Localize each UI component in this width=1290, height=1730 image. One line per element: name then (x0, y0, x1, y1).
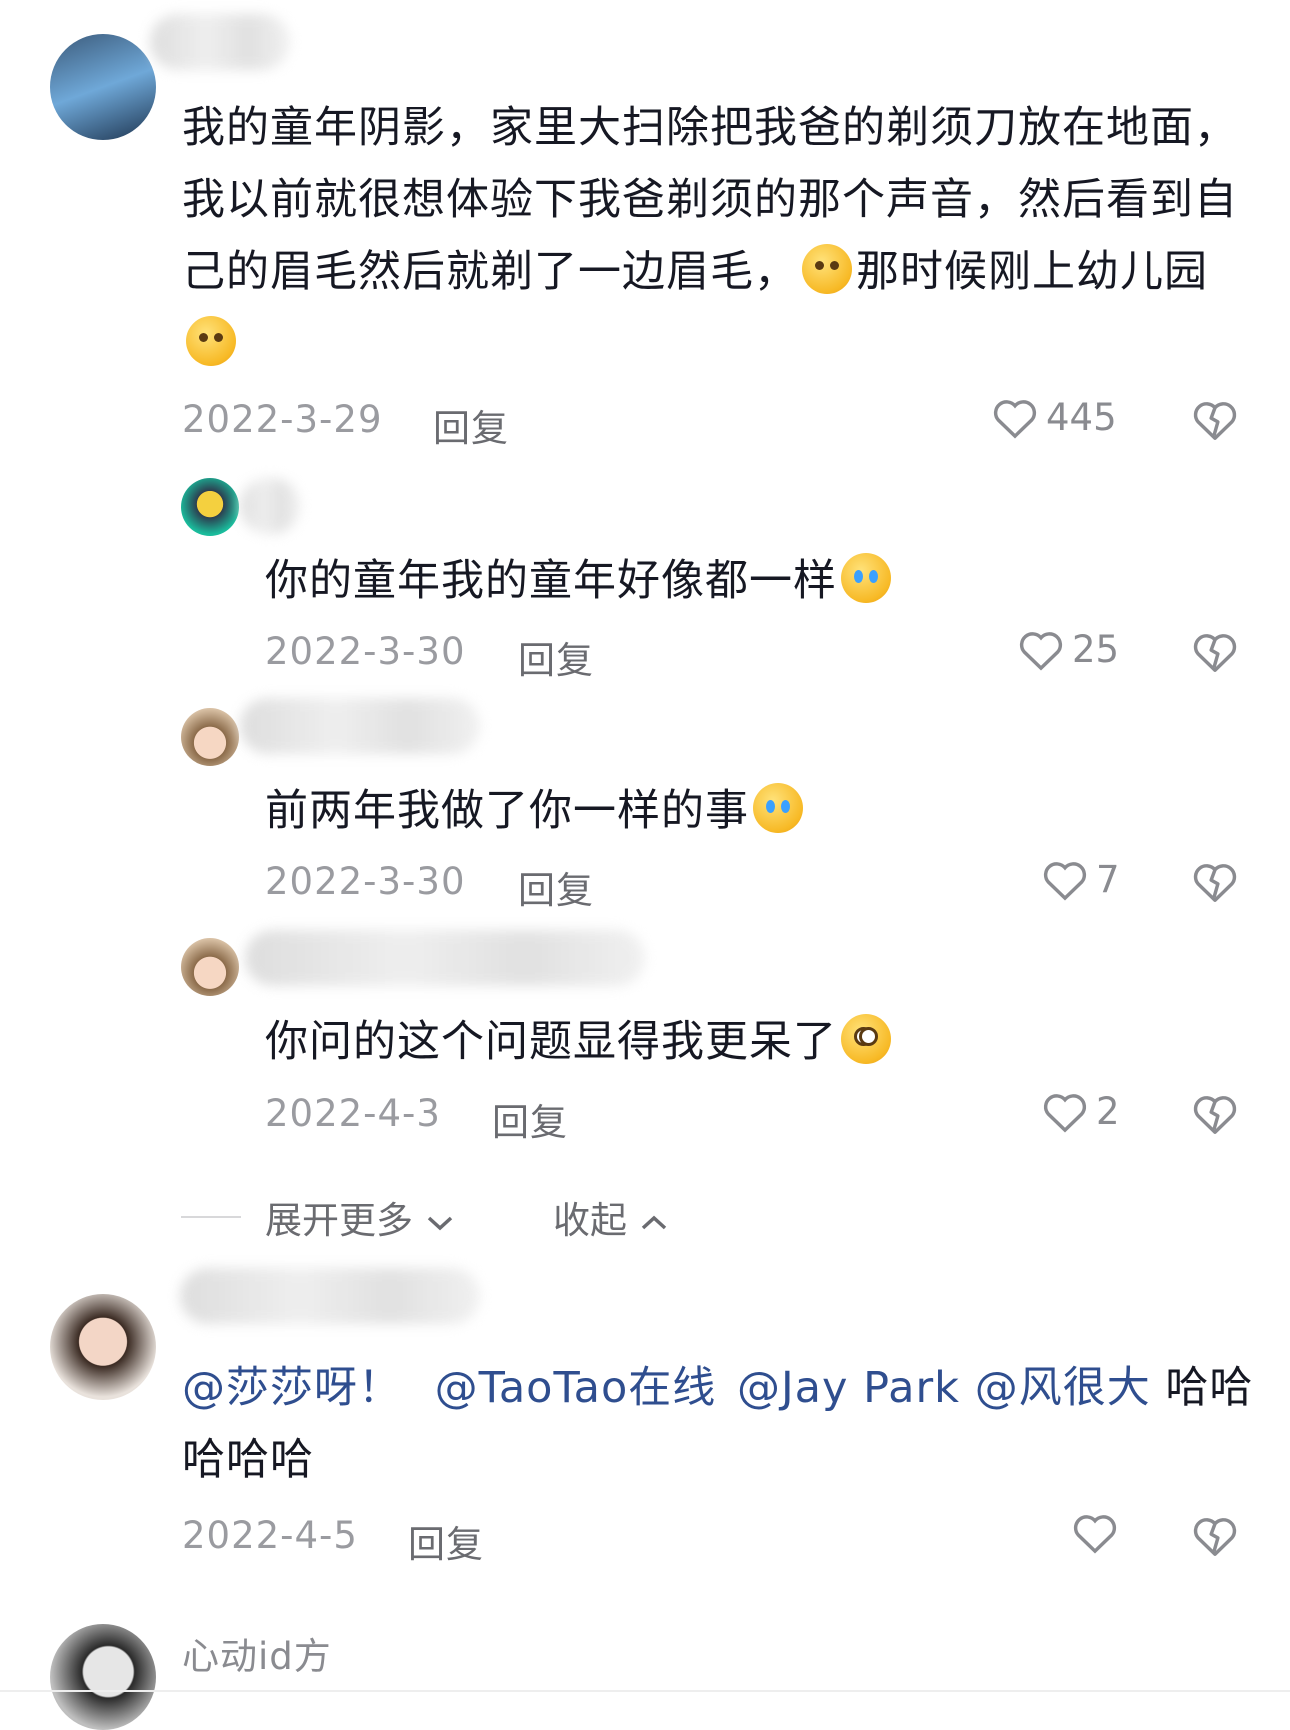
username-redacted (180, 1268, 480, 1324)
comment-text-line (182, 308, 240, 380)
comment-text-segment: 那时候刚上幼儿园 (856, 247, 1208, 297)
like-button[interactable]: 2 (1042, 1090, 1120, 1133)
reply-button[interactable]: 回复 (518, 630, 594, 684)
like-button[interactable]: 445 (992, 396, 1117, 439)
comment-text-segment: 己的眉毛然后就剃了一边眉毛， (182, 247, 798, 297)
heart-icon (1019, 631, 1063, 671)
like-count: 7 (1096, 858, 1120, 901)
comment-text-line: 己的眉毛然后就剃了一边眉毛， 那时候刚上幼儿园 (182, 236, 1208, 308)
smirk-emoji-icon (186, 316, 236, 366)
dislike-heart-icon[interactable] (1192, 398, 1238, 442)
heart-icon (1043, 1093, 1087, 1133)
collapse-button[interactable]: 收起 (553, 1190, 669, 1244)
thread-divider (181, 1216, 241, 1218)
like-button[interactable] (1072, 1512, 1118, 1554)
mention-link[interactable]: @TaoTao在线 (435, 1363, 717, 1413)
reply-text-segment: 你的童年我的童年好像都一样 (265, 556, 837, 606)
reply-text: 前两年我做了你一样的事 (265, 775, 807, 847)
chevron-down-icon (427, 1216, 452, 1230)
avatar[interactable] (181, 938, 239, 996)
reply-text-segment: 你问的这个问题显得我更呆了 (265, 1017, 837, 1067)
username-redacted (240, 698, 480, 754)
heart-icon (1073, 1515, 1117, 1554)
username-redacted (150, 14, 290, 70)
comment-date: 2022-4-3 (265, 1092, 441, 1135)
crying-emoji-icon (841, 553, 891, 603)
reply-text: 你问的这个问题显得我更呆了 (265, 1006, 895, 1078)
reply-button[interactable]: 回复 (408, 1514, 484, 1568)
comment-date: 2022-3-30 (265, 860, 466, 903)
like-button[interactable]: 7 (1042, 858, 1120, 901)
dislike-heart-icon[interactable] (1192, 860, 1238, 904)
avatar[interactable] (50, 34, 156, 140)
like-count: 25 (1072, 628, 1120, 671)
mention-link[interactable]: @风很大 (975, 1363, 1151, 1413)
mention-link[interactable]: @Jay Park (737, 1363, 960, 1413)
comment-date: 2022-3-30 (265, 630, 466, 673)
reply-button[interactable]: 回复 (492, 1092, 568, 1146)
avatar[interactable] (50, 1294, 156, 1400)
heart-icon (1043, 861, 1087, 901)
dislike-heart-icon[interactable] (1192, 630, 1238, 674)
comment-text-line: 我以前就很想体验下我爸剃须的那个声音，然后看到自 (182, 175, 1238, 225)
dislike-heart-icon[interactable] (1192, 1514, 1238, 1558)
avatar[interactable] (181, 478, 239, 536)
chevron-up-icon (641, 1215, 666, 1229)
reply-button[interactable]: 回复 (433, 398, 509, 452)
avatar[interactable] (181, 708, 239, 766)
comment-text-line: 哈哈哈 (182, 1435, 314, 1485)
reply-button[interactable]: 回复 (518, 860, 594, 914)
avatar[interactable] (50, 1624, 156, 1730)
like-button[interactable]: 25 (1018, 628, 1119, 671)
dislike-heart-icon[interactable] (1192, 1092, 1238, 1136)
flushed-emoji-icon (841, 1014, 891, 1064)
bottom-divider (0, 1690, 1290, 1692)
comment-date: 2022-3-29 (182, 398, 383, 441)
expand-more-button[interactable]: 展开更多 (265, 1190, 455, 1244)
username[interactable]: 心动id方 (182, 1626, 332, 1680)
like-count: 445 (1046, 396, 1117, 439)
heart-icon (993, 399, 1037, 439)
mention-link[interactable]: @莎莎呀！ (182, 1363, 402, 1413)
like-count: 2 (1096, 1090, 1120, 1133)
pleading-emoji-icon (753, 783, 803, 833)
collapse-label: 收起 (553, 1199, 627, 1242)
expand-more-label: 展开更多 (265, 1199, 413, 1242)
comment-text-line: 我的童年阴影，家里大扫除把我爸的剃须刀放在地面， (182, 103, 1238, 153)
reply-text: 你的童年我的童年好像都一样 (265, 545, 895, 617)
comment-text-line: @莎莎呀！ @TaoTao在线 @Jay Park @风很大 哈哈 (182, 1352, 1253, 1424)
comment-date: 2022-4-5 (182, 1514, 358, 1557)
username-redacted (240, 478, 300, 534)
reply-text-segment: 前两年我做了你一样的事 (265, 786, 749, 836)
comment-text-segment: 哈哈 (1165, 1363, 1254, 1413)
username-redacted (245, 930, 645, 986)
laughing-crying-emoji-icon (802, 244, 852, 294)
